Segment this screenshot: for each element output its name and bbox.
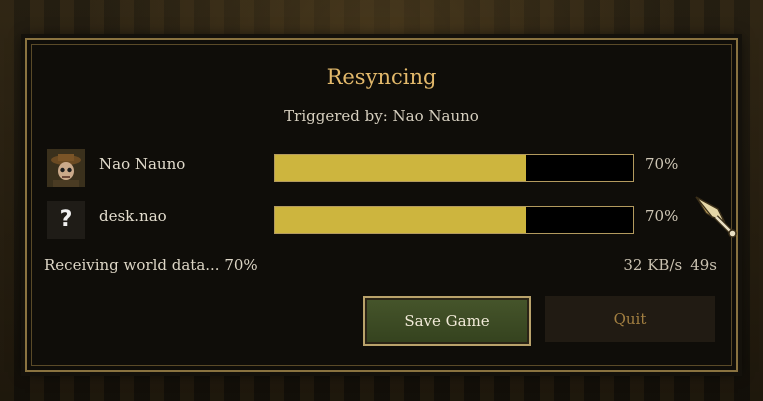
player-name: desk.nao [99,207,167,225]
quit-button[interactable]: Quit [545,296,715,342]
unknown-question-icon: ? [47,201,85,239]
player-portrait-icon [47,149,85,187]
resync-dialog: Resyncing Triggered by: Nao Nauno Nao Na… [25,38,738,372]
sync-progress-bar [274,154,634,182]
trigger-text: Triggered by: Nao Nauno [284,107,479,125]
eta: 49s [690,256,717,274]
transfer-info: 32 KB/s 49s [623,256,717,274]
status-text: Receiving world data... 70% [44,256,258,274]
player-name: Nao Nauno [99,155,186,173]
sync-progress-fill [275,155,526,181]
transfer-rate: 32 KB/s [623,256,683,274]
progress-percent: 70% [645,207,679,225]
sync-progress-bar [274,206,634,234]
sync-progress-fill [275,207,526,233]
progress-percent: 70% [645,155,679,173]
player-row: Nao Nauno 70% [47,148,727,188]
dialog-title: Resyncing [326,65,437,89]
spear-cursor-icon [695,196,737,238]
player-row: ? desk.nao 70% [47,200,727,240]
save-game-button[interactable]: Save Game [363,296,531,346]
